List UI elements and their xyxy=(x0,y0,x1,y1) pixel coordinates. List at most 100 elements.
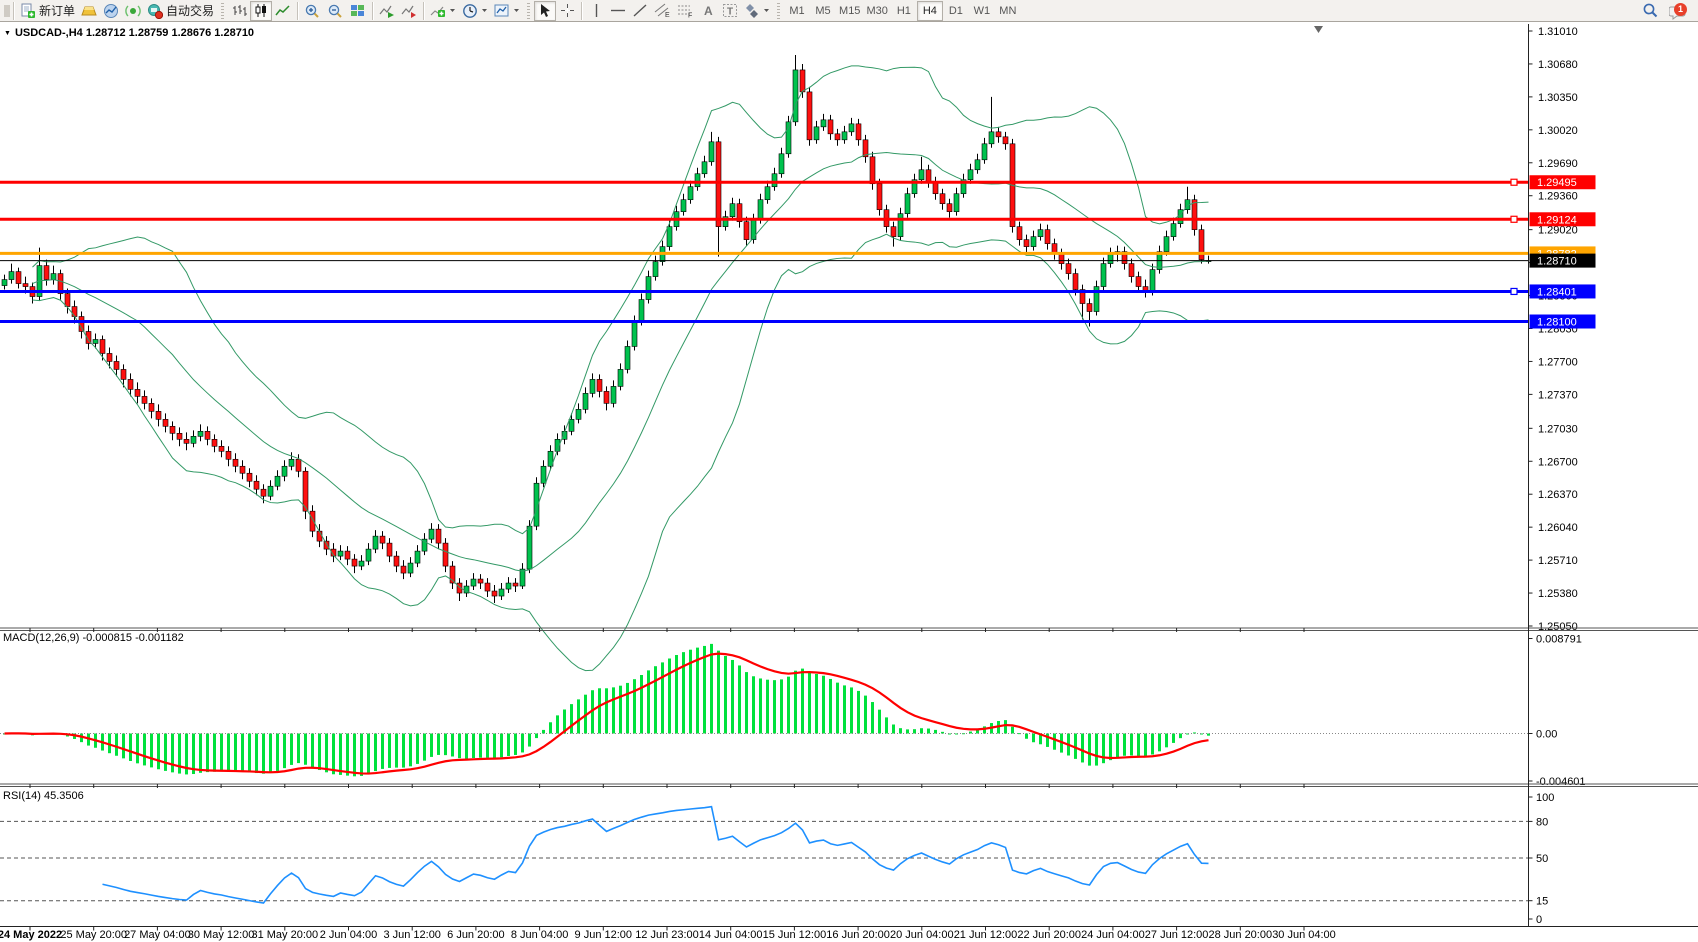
candle xyxy=(261,489,266,496)
text-label-button[interactable]: T xyxy=(719,1,741,21)
signals-button[interactable] xyxy=(122,1,144,21)
candle xyxy=(9,272,14,280)
periods-button[interactable] xyxy=(459,1,491,21)
text-button[interactable]: A xyxy=(697,1,719,21)
bar-chart-button[interactable] xyxy=(228,1,250,21)
zoom-in-button[interactable] xyxy=(301,1,324,21)
macd-histogram-bar xyxy=(1123,734,1126,756)
chart-shift-button[interactable] xyxy=(398,1,420,21)
price-axis[interactable]: 1.310101.306801.303501.300201.296901.293… xyxy=(1529,26,1596,926)
timeframe-d1[interactable]: D1 xyxy=(943,1,969,21)
candle xyxy=(709,142,714,162)
macd-histogram-bar xyxy=(1165,734,1168,748)
chart-menu-caret-icon[interactable]: ▼ xyxy=(4,30,11,37)
timeframe-h4[interactable]: H4 xyxy=(917,1,943,21)
time-tick-label: 6 Jun 20:00 xyxy=(447,929,505,941)
crosshair-button[interactable] xyxy=(556,1,578,21)
candle xyxy=(233,459,238,466)
timeframe-m1[interactable]: M1 xyxy=(784,1,810,21)
macd-histogram-bar xyxy=(493,734,496,759)
macd-tick-label: 0.008791 xyxy=(1536,634,1582,646)
macd-histogram-bar xyxy=(255,734,258,774)
macd-histogram-bar xyxy=(1032,734,1035,743)
tile-windows-button[interactable] xyxy=(347,1,369,21)
chart-area[interactable]: MACD(12,26,9) -0.000815 -0.001182 RSI(14)… xyxy=(0,22,1698,942)
candle xyxy=(156,411,161,419)
macd-histogram-bar xyxy=(934,730,937,734)
arrows-button[interactable] xyxy=(741,1,773,21)
macd-label: MACD(12,26,9) -0.000815 -0.001182 xyxy=(3,632,184,644)
cursor-button[interactable] xyxy=(534,1,556,21)
candle xyxy=(310,511,315,531)
macd-histogram-bar xyxy=(213,734,216,772)
toolbar-separator xyxy=(13,2,14,20)
equidistant-channel-button[interactable]: E xyxy=(651,1,674,21)
price-tick-label: 1.25380 xyxy=(1538,588,1578,600)
macd-pane[interactable]: MACD(12,26,9) -0.000815 -0.001182 xyxy=(0,632,1529,776)
chart-canvas[interactable]: MACD(12,26,9) -0.000815 -0.001182 RSI(14)… xyxy=(0,22,1698,942)
hline-1.28401[interactable] xyxy=(0,288,1529,294)
new-order-button[interactable]: 新订单 xyxy=(17,1,78,21)
macd-histogram-bar xyxy=(500,734,503,758)
autotrading-button[interactable]: 自动交易 xyxy=(144,1,217,21)
candle xyxy=(891,227,896,237)
chevron-down-icon xyxy=(481,8,488,13)
candle xyxy=(93,339,98,343)
macd-histogram-bar xyxy=(514,734,517,755)
macd-histogram-bar xyxy=(1130,734,1133,756)
current-price-label: 1.28710 xyxy=(1530,254,1596,268)
time-tick-label: 25 May 20:00 xyxy=(60,929,127,941)
candle xyxy=(758,200,763,220)
toolbar-separator xyxy=(581,2,582,20)
timeframe-h1[interactable]: H1 xyxy=(891,1,917,21)
main-pane[interactable] xyxy=(0,26,1529,671)
candle xyxy=(604,391,609,403)
candle xyxy=(1017,227,1022,240)
templates-button[interactable] xyxy=(491,1,523,21)
timeframe-mn[interactable]: MN xyxy=(995,1,1021,21)
rsi-pane[interactable]: RSI(14) 45.3506 xyxy=(0,790,1529,903)
macd-histogram-bar xyxy=(808,672,811,734)
chart-title-row: ▼ USDCAD-,H4 1.28712 1.28759 1.28676 1.2… xyxy=(4,27,254,39)
candle xyxy=(975,160,980,170)
candlestick-chart-button[interactable] xyxy=(250,1,272,21)
metaeditor-button[interactable] xyxy=(78,1,100,21)
charts-profile-button[interactable] xyxy=(100,1,122,21)
indicators-button[interactable] xyxy=(427,1,459,21)
price-label-1.28100: 1.28100 xyxy=(1530,315,1596,329)
candle xyxy=(114,361,119,369)
candle xyxy=(100,339,105,353)
timeframe-m15[interactable]: M15 xyxy=(836,1,863,21)
macd-histogram-bar xyxy=(1151,734,1154,755)
vertical-line-button[interactable] xyxy=(585,1,607,21)
macd-histogram-bar xyxy=(745,672,748,733)
rsi-tick-label: 100 xyxy=(1536,792,1554,804)
timeframe-w1[interactable]: W1 xyxy=(969,1,995,21)
chart-shift-marker[interactable] xyxy=(1314,26,1323,33)
timeframe-m30[interactable]: M30 xyxy=(863,1,890,21)
candle xyxy=(107,353,112,361)
price-tick-label: 1.29020 xyxy=(1538,225,1578,237)
trendline-button[interactable] xyxy=(629,1,651,21)
line-chart-button[interactable] xyxy=(272,1,294,21)
macd-histogram-bar xyxy=(913,729,916,733)
hline-1.29495[interactable] xyxy=(0,179,1529,185)
candle xyxy=(289,459,294,466)
search-button[interactable] xyxy=(1639,1,1662,21)
main-toolbar: 新订单 自动交易 xyxy=(0,0,1698,22)
macd-histogram-bar xyxy=(885,717,888,733)
candle xyxy=(625,346,630,369)
candle xyxy=(989,132,994,144)
candle xyxy=(226,451,231,459)
horizontal-line-icon xyxy=(610,3,626,18)
horizontal-line-button[interactable] xyxy=(607,1,629,21)
auto-scroll-button[interactable] xyxy=(376,1,398,21)
timeframe-m5[interactable]: M5 xyxy=(810,1,836,21)
zoom-out-button[interactable] xyxy=(324,1,347,21)
macd-histogram-bar xyxy=(164,734,167,771)
candle xyxy=(569,419,574,431)
hline-1.29124[interactable] xyxy=(0,216,1529,222)
chat-button[interactable]: 1 xyxy=(1666,1,1690,21)
fibonacci-button[interactable]: F xyxy=(674,1,697,21)
price-label-1.29124: 1.29124 xyxy=(1530,212,1596,226)
